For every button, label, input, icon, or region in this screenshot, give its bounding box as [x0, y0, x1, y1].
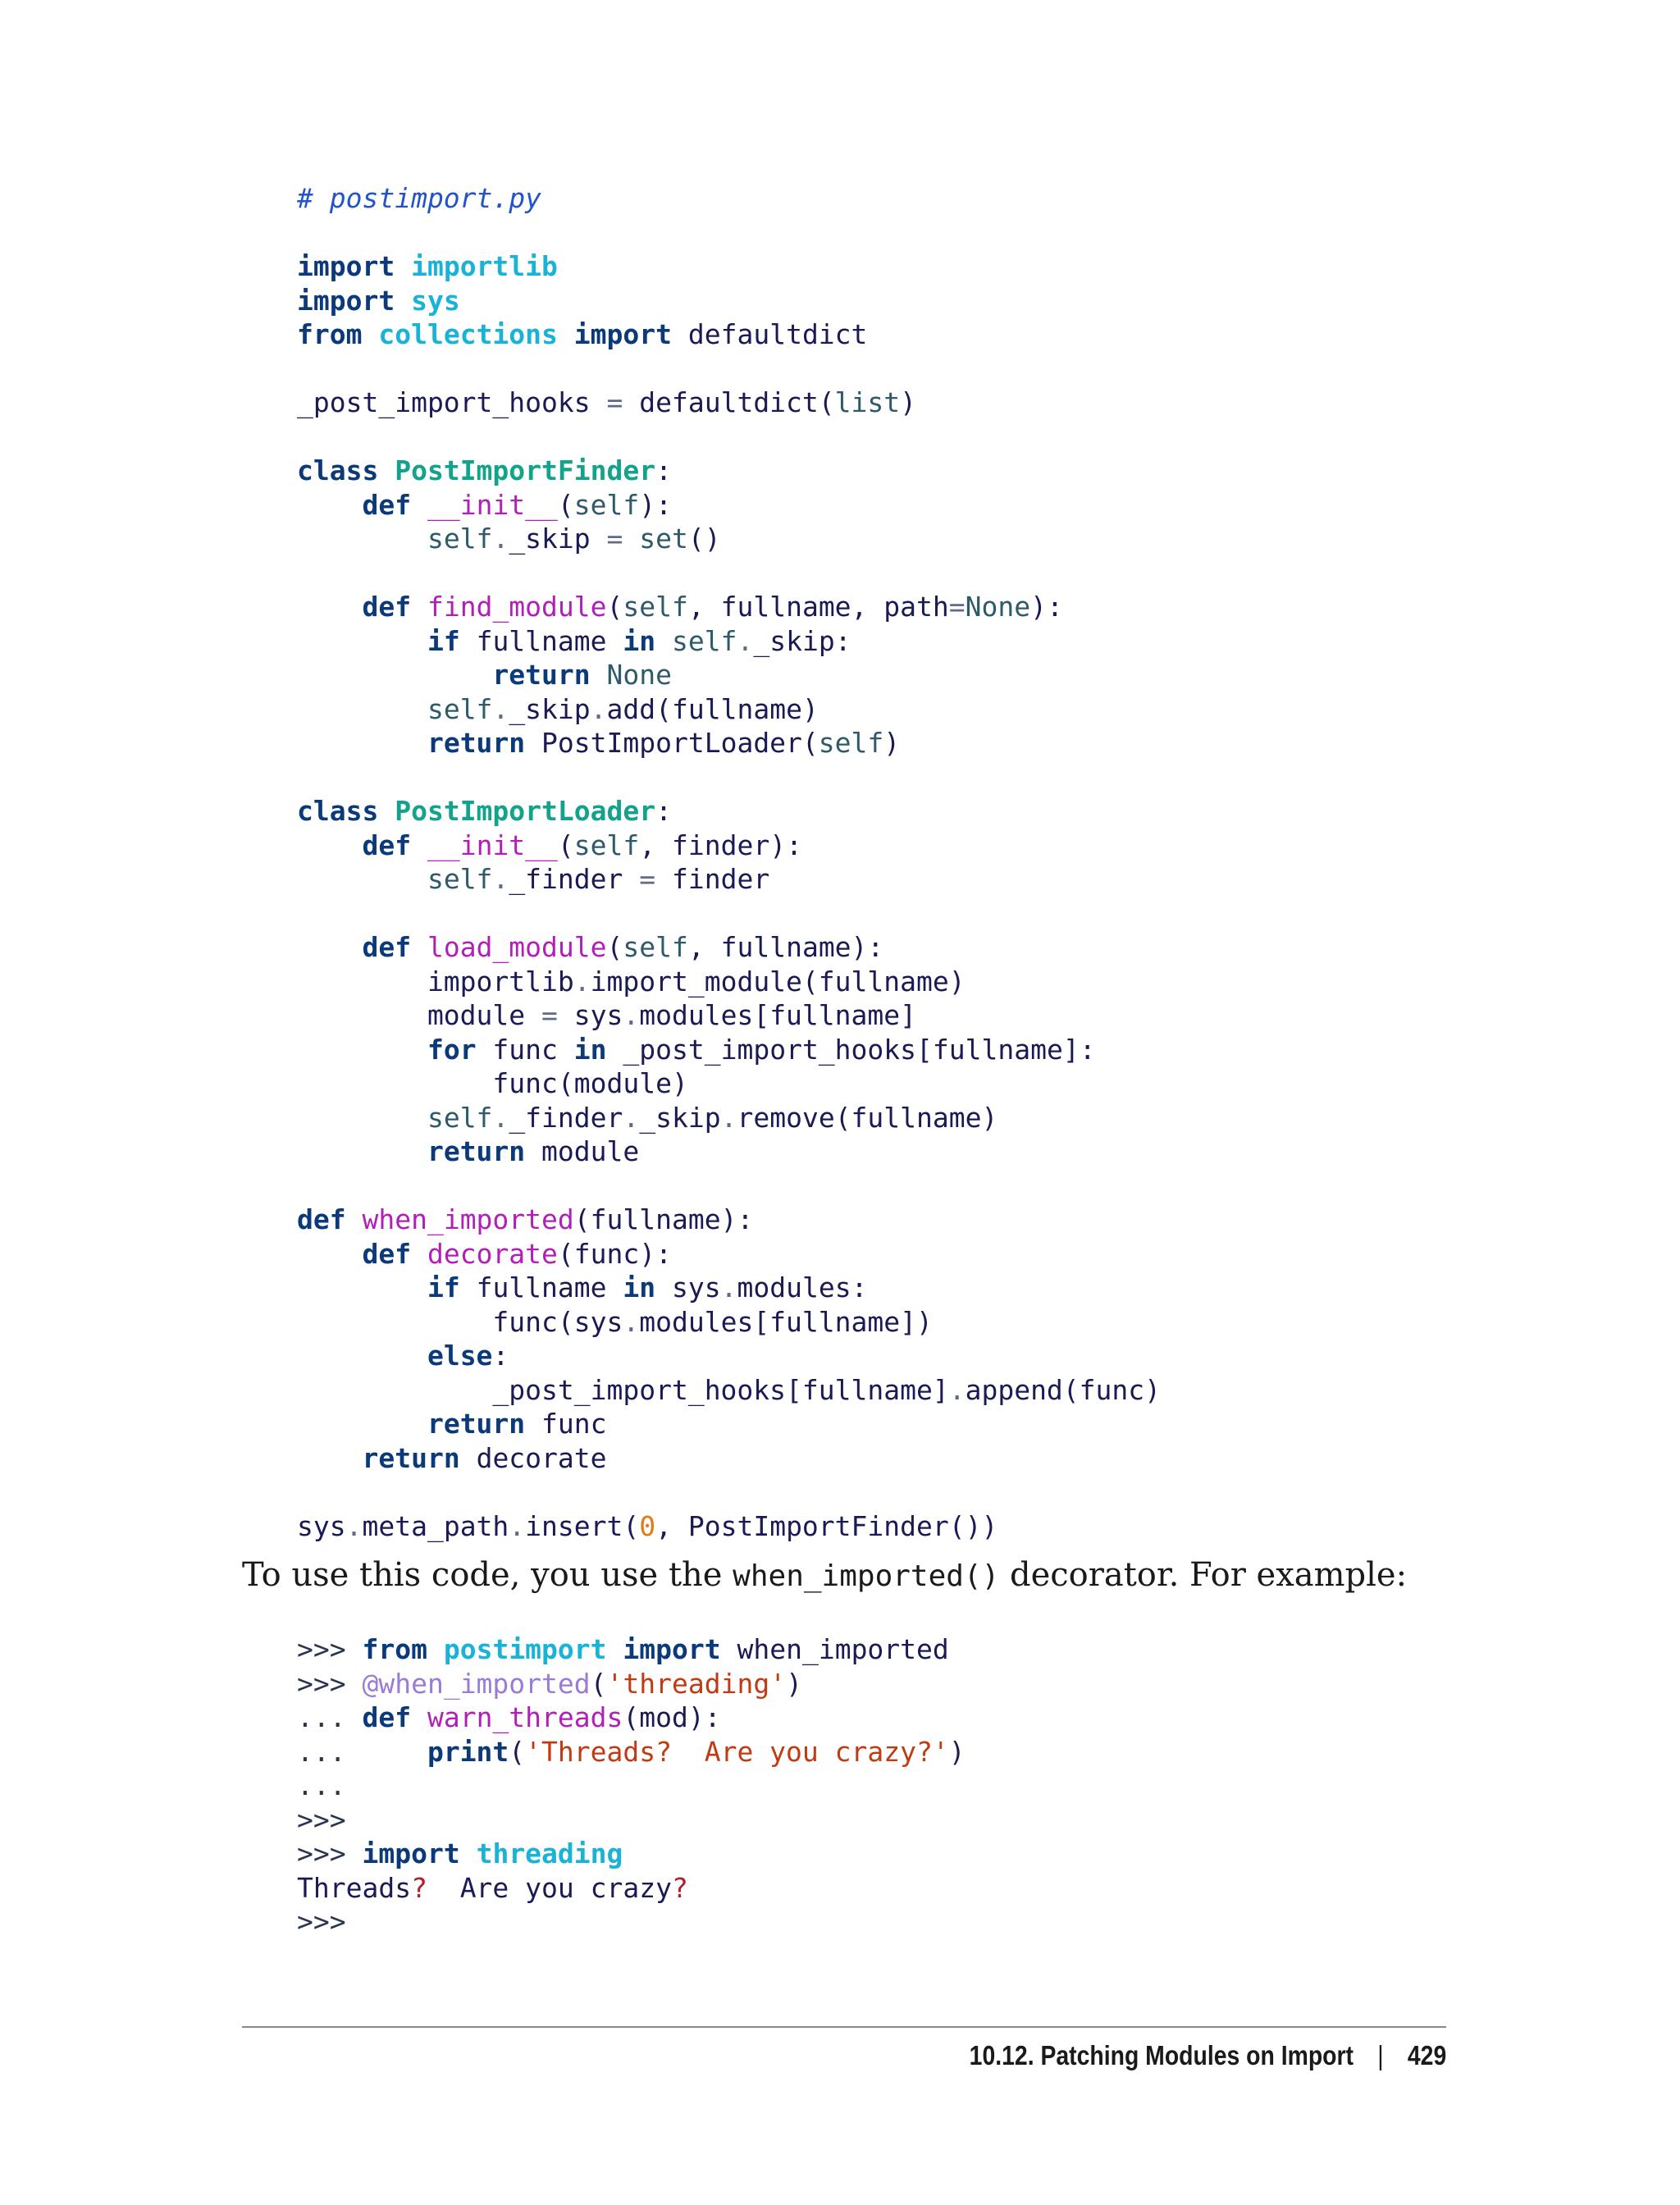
code-line: ​	[297, 1169, 1161, 1203]
footer-section-title: 10.12. Patching Modules on Import	[969, 2040, 1354, 2070]
code-line: return None	[492, 659, 672, 691]
code-line: >>> import threading	[297, 1838, 623, 1869]
code-line: importlib.import_module(fullname)	[297, 965, 966, 998]
code-line: self._finder._skip.remove(fullname)	[427, 1101, 998, 1134]
footer-separator: |	[1377, 2040, 1384, 2070]
code-line: def decorate(func):	[362, 1237, 672, 1270]
code-line: if fullname in self._skip:	[427, 624, 851, 657]
code-line: >>>	[297, 1803, 346, 1836]
code-line: ​	[297, 420, 1161, 454]
code-line: class PostImportFinder:	[297, 454, 672, 486]
code-line: if fullname in sys.modules:	[427, 1271, 868, 1303]
code-line: import importlib	[297, 250, 558, 282]
code-line: >>>	[297, 1906, 346, 1938]
code-line: return decorate	[362, 1441, 607, 1474]
code-line: Threads? Are you crazy?	[297, 1871, 688, 1904]
body-paragraph: To use this code, you use the when_impor…	[242, 1556, 1407, 1594]
code-line: ​	[297, 352, 1161, 386]
code-line: ...	[297, 1769, 346, 1801]
code-line: ... def warn_threads(mod):	[297, 1701, 721, 1733]
code-line: ​	[297, 216, 1161, 250]
code-line: sys.meta_path.insert(0, PostImportFinder…	[297, 1509, 998, 1542]
code-listing-example-session: >>> from postimport import when_imported…	[297, 1632, 966, 1939]
code-line: for func in _post_import_hooks[fullname]…	[427, 1033, 1096, 1066]
code-line: import sys	[297, 284, 460, 317]
code-line: def find_module(self, fullname, path=Non…	[362, 591, 1063, 623]
code-line: class PostImportLoader:	[297, 795, 672, 827]
page-footer: 10.12. Patching Modules on Import | 429	[969, 2040, 1446, 2071]
code-line: >>> @when_imported('threading')	[297, 1667, 802, 1700]
code-line: self._skip.add(fullname)	[427, 692, 819, 725]
code-line: module = sys.modules[fullname]	[297, 999, 917, 1031]
code-line: >>> from postimport import when_imported	[297, 1633, 949, 1665]
code-line: ​	[297, 760, 1161, 795]
code-line: self._finder = finder	[427, 863, 770, 895]
code-line: else:	[427, 1340, 509, 1372]
code-listing-postimport: # postimport.py​import importlibimport s…	[297, 181, 1161, 1543]
inline-code-when-imported: when_imported()	[733, 1559, 1000, 1593]
code-line: self._skip = set()	[427, 523, 721, 555]
code-line: ​	[297, 1475, 1161, 1509]
page-number: 429	[1407, 2040, 1446, 2070]
code-line: return func	[427, 1408, 607, 1440]
code-line: def __init__(self):	[362, 488, 673, 521]
code-line: return PostImportLoader(self)	[427, 727, 901, 759]
code-line: def load_module(self, fullname):	[362, 931, 884, 963]
prose-text-before: To use this code, you use the	[242, 1556, 733, 1594]
code-line: func(module)	[297, 1067, 688, 1099]
code-line: func(sys.modules[fullname])	[297, 1305, 933, 1338]
code-line: return module	[427, 1135, 640, 1167]
code-line: ... print('Threads? Are you crazy?')	[297, 1735, 966, 1768]
code-line: ​	[297, 556, 1161, 591]
code-line: ​	[297, 897, 1161, 931]
footer-rule	[242, 2026, 1446, 2028]
code-line: def __init__(self, finder):	[362, 829, 802, 861]
code-line: _post_import_hooks = defaultdict(list)	[297, 386, 917, 418]
code-line: # postimport.py	[297, 182, 542, 214]
prose-text-after: decorator. For example:	[999, 1556, 1408, 1594]
code-line: _post_import_hooks[fullname].append(func…	[297, 1373, 1162, 1406]
code-line: from collections import defaultdict	[297, 318, 868, 350]
code-line: def when_imported(fullname):	[297, 1203, 754, 1235]
